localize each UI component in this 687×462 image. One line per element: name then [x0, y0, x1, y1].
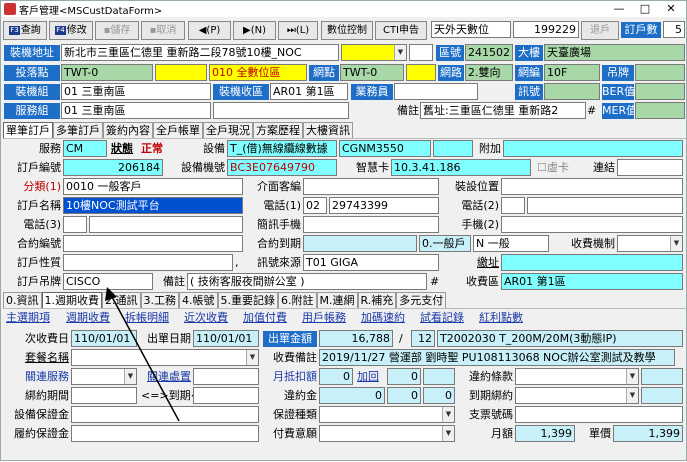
annotation-arrow [105, 287, 180, 422]
app-window: 客戶管理<MSCustDataForm> — □ ✕ F3 查詢 F4 修改 ▪儲存… [0, 0, 687, 461]
